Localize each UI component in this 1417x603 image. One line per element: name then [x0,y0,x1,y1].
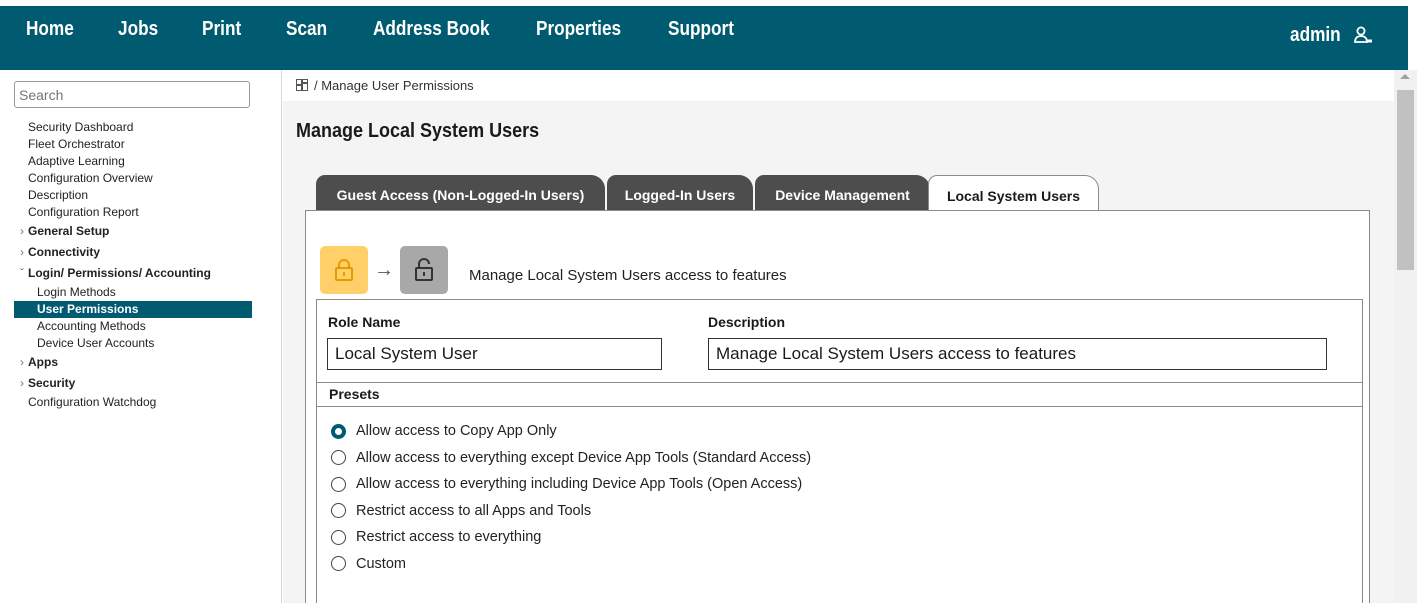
radio-button[interactable] [331,529,346,545]
sidebar-item-label: Connectivity [28,245,101,259]
sidebar-item-label: Configuration Overview [28,171,153,185]
presets-radio-group: Allow access to Copy App Only Allow acce… [331,418,811,577]
unlock-icon [415,258,433,281]
sidebar-item-label: Login Methods [37,285,116,299]
right-arrow-icon: → [374,258,394,281]
breadcrumb: / Manage User Permissions [283,70,1394,101]
nav-support[interactable]: Support [668,18,734,41]
radio-button[interactable] [331,503,346,519]
presets-header: Presets [317,382,1362,407]
sidebar-item-configuration-overview[interactable]: Configuration Overview [6,170,282,187]
tab-device-management[interactable]: Device Management [755,175,930,213]
tab-guest-access[interactable]: Guest Access (Non-Logged-In Users) [316,175,605,213]
description-field[interactable]: Manage Local System Users access to feat… [708,338,1327,370]
radio-button-checked[interactable] [331,423,346,439]
top-navigation-bar: Home Jobs Print Scan Address Book Proper… [0,0,1417,70]
sidebar-item-label: Accounting Methods [37,319,146,333]
user-icon [1354,26,1372,43]
radio-button[interactable] [331,476,346,492]
preset-label: Allow access to everything including Dev… [356,476,803,493]
user-name: admin [1290,24,1341,46]
chevron-icon: › [20,245,24,259]
sidebar-nav-list: Security Dashboard Fleet Orchestrator Adap… [6,119,282,411]
sidebar-item-description[interactable]: Description [6,187,282,204]
description-label: Description [708,314,786,330]
role-form: Role Name Local System User Description … [316,299,1363,603]
sidebar-item-device-user-accounts[interactable]: Device User Accounts [6,335,282,352]
user-menu[interactable]: admin [1290,24,1372,47]
sidebar-item-label: User Permissions [37,302,139,316]
locked-state-box [320,246,368,294]
role-name-field[interactable]: Local System User [327,338,662,370]
sidebar-item-configuration-watchdog[interactable]: Configuration Watchdog [6,394,282,411]
radio-button[interactable] [331,556,346,572]
sidebar-item-label: Fleet Orchestrator [28,137,125,151]
chevron-icon: › [20,376,24,390]
role-panel: → Manage Local System Users access to fe… [305,210,1370,603]
tab-logged-in-users[interactable]: Logged-In Users [607,175,753,213]
unlocked-state-box [400,246,448,294]
sidebar-item-login-permissions-accounting[interactable]: ˇ Login/ Permissions/ Accounting [6,263,282,284]
nav-print[interactable]: Print [202,18,241,41]
nav-scan[interactable]: Scan [286,18,327,41]
sidebar-item-adaptive-learning[interactable]: Adaptive Learning [6,153,282,170]
sidebar-item-label: Configuration Watchdog [28,395,157,409]
sidebar-item-label: Description [28,188,89,202]
scroll-up-arrow-icon[interactable] [1400,74,1410,79]
sidebar-item-security-dashboard[interactable]: Security Dashboard [6,119,282,136]
nav-jobs[interactable]: Jobs [118,18,158,41]
access-indicator: → [320,246,448,294]
main-content: / Manage User Permissions Manage Local S… [283,70,1394,603]
preset-option[interactable]: Custom [331,551,811,578]
sidebar-item-fleet-orchestrator[interactable]: Fleet Orchestrator [6,136,282,153]
tab-local-system-users[interactable]: Local System Users [928,175,1099,213]
preset-option[interactable]: Allow access to Copy App Only [331,418,811,445]
preset-option[interactable]: Allow access to everything except Device… [331,445,811,472]
sidebar-item-label: Security Dashboard [28,120,134,134]
top-strip [0,0,1417,6]
sidebar-item-label: General Setup [28,224,110,238]
sidebar-item-security[interactable]: › Security [6,373,282,394]
sidebar-item-label: Device User Accounts [37,336,155,350]
radio-button[interactable] [331,450,346,466]
chevron-icon: › [20,355,24,369]
sidebar-item-label: Security [28,376,76,390]
dashboard-grid-icon[interactable] [296,79,308,91]
chevron-icon: › [20,224,24,238]
access-description: Manage Local System Users access to feat… [469,267,787,284]
sidebar-item-label: Adaptive Learning [28,154,125,168]
preset-label: Restrict access to everything [356,529,542,546]
sidebar-item-configuration-report[interactable]: Configuration Report [6,204,282,221]
sidebar: Security Dashboard Fleet Orchestrator Adap… [6,70,282,603]
scroll-thumb[interactable] [1397,90,1414,270]
window-edge [1408,6,1417,70]
sidebar-item-label: Configuration Report [28,205,139,219]
role-name-label: Role Name [328,314,401,330]
chevron-icon: ˇ [20,266,24,280]
breadcrumb-current: / Manage User Permissions [314,78,474,93]
page-scrollbar[interactable] [1394,70,1417,603]
sidebar-item-accounting-methods[interactable]: Accounting Methods [6,318,282,335]
sidebar-item-apps[interactable]: › Apps [6,352,282,373]
preset-label: Allow access to Copy App Only [356,423,557,440]
preset-label: Custom [356,555,406,572]
sidebar-item-user-permissions[interactable]: User Permissions [14,301,252,318]
preset-option[interactable]: Restrict access to everything [331,524,811,551]
lock-icon [335,259,353,281]
preset-label: Restrict access to all Apps and Tools [356,502,592,519]
sidebar-item-general-setup[interactable]: › General Setup [6,221,282,242]
sidebar-search-input[interactable] [14,81,250,108]
preset-option[interactable]: Restrict access to all Apps and Tools [331,498,811,525]
page-title: Manage Local System Users [296,120,540,142]
nav-properties[interactable]: Properties [536,18,621,41]
sidebar-item-label: Apps [28,355,58,369]
nav-address-book[interactable]: Address Book [373,18,490,41]
sidebar-item-connectivity[interactable]: › Connectivity [6,242,282,263]
preset-option[interactable]: Allow access to everything including Dev… [331,471,811,498]
sidebar-item-login-methods[interactable]: Login Methods [6,284,282,301]
nav-home[interactable]: Home [26,18,74,41]
preset-label: Allow access to everything except Device… [356,449,812,466]
sidebar-item-label: Login/ Permissions/ Accounting [28,266,211,280]
